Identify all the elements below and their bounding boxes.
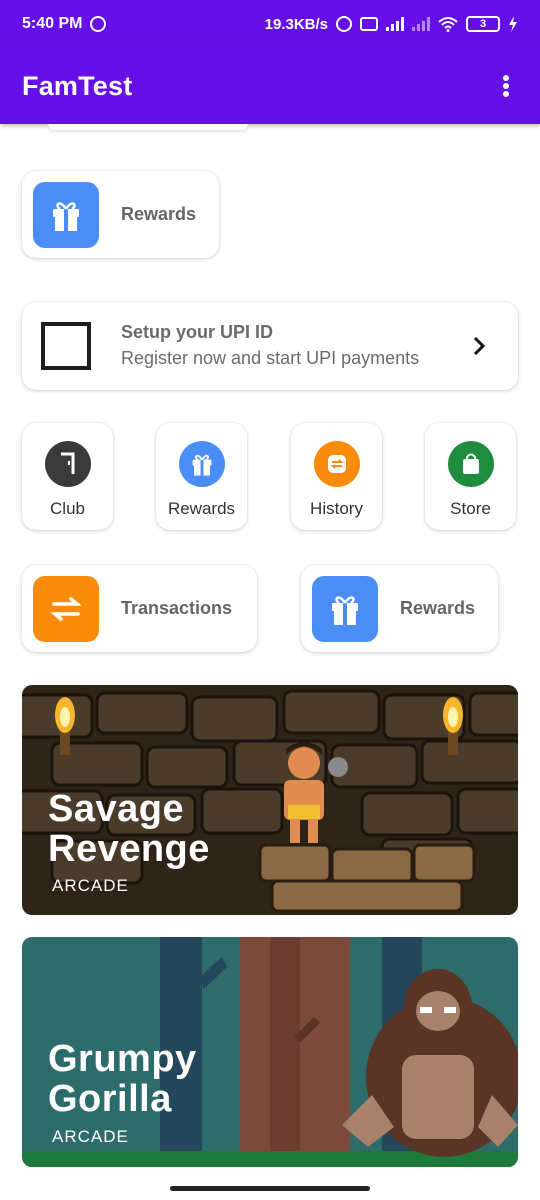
more-vert-icon[interactable] <box>494 71 518 101</box>
club-icon <box>44 441 91 487</box>
gift-icon <box>312 575 378 642</box>
volte-icon <box>360 17 378 31</box>
status-time: 5:40 PM <box>22 15 83 32</box>
rewards-card-2[interactable]: Rewards <box>301 565 498 652</box>
quick-action-club[interactable]: Club <box>22 423 113 530</box>
rewards-label-2: Rewards <box>400 598 476 618</box>
wifi-icon <box>438 17 458 32</box>
game-title-line1: Savage <box>48 788 185 830</box>
game-banner-grumpy-gorilla[interactable]: Grumpy Gorilla ARCADE <box>22 937 518 1167</box>
rewards-label: Rewards <box>121 204 197 224</box>
upi-setup-card[interactable]: Setup your UPI ID Register now and start… <box>22 302 518 390</box>
battery-icon: 3 <box>466 16 500 32</box>
quick-action-store[interactable]: Store <box>425 423 516 530</box>
upi-subtitle: Register now and start UPI payments <box>121 348 420 368</box>
game-category: ARCADE <box>52 1127 129 1146</box>
home-indicator[interactable] <box>170 1186 370 1191</box>
net-speed: 19.3KB/s <box>264 15 328 33</box>
app-title: FamTest <box>22 70 133 101</box>
rewards-quick-label: Rewards <box>167 499 236 518</box>
gift-icon <box>33 181 99 248</box>
swap-icon <box>33 575 99 642</box>
quick-action-rewards[interactable]: Rewards <box>156 423 247 530</box>
charging-icon <box>509 16 517 32</box>
app-bar: FamTest <box>0 48 540 124</box>
game-banner-savage-revenge[interactable]: Savage Revenge ARCADE <box>22 685 518 915</box>
bag-icon <box>447 441 494 487</box>
club-label: Club <box>50 499 85 518</box>
transactions-card[interactable]: Transactions <box>22 565 257 652</box>
signal-icon <box>386 17 404 31</box>
mute-icon <box>336 16 352 32</box>
game-title-line1: Grumpy <box>48 1038 197 1080</box>
history-icon <box>313 441 360 487</box>
rewards-card[interactable]: Rewards <box>22 171 219 258</box>
quick-action-history[interactable]: History <box>291 423 382 530</box>
chevron-right-icon <box>473 336 486 356</box>
game-category: ARCADE <box>52 876 129 895</box>
history-label: History <box>310 499 363 518</box>
square-icon <box>41 322 91 370</box>
upi-title: Setup your UPI ID <box>121 322 274 342</box>
collapsed-card-edge <box>48 124 248 130</box>
status-bar: 5:40 PM 19.3KB/s 3 <box>0 0 540 48</box>
game-title-line2: Gorilla <box>48 1078 172 1120</box>
status-app-icon <box>90 16 107 32</box>
gift-icon <box>178 441 225 487</box>
game-title-line2: Revenge <box>48 828 210 870</box>
transactions-label: Transactions <box>121 598 233 618</box>
signal-2-icon <box>412 17 430 31</box>
store-label: Store <box>450 499 491 518</box>
